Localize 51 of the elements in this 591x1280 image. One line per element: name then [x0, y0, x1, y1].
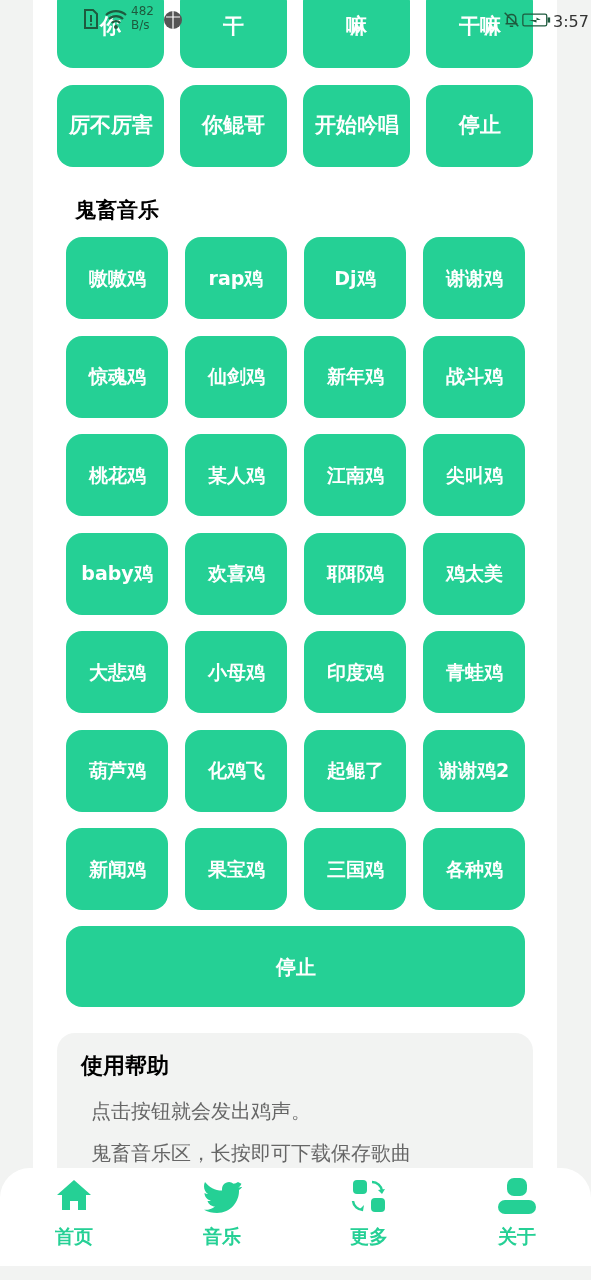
sound-button[interactable]: 谢谢鸡2: [423, 729, 525, 812]
nav-tab[interactable]: 首页: [0, 1168, 148, 1266]
sound-button[interactable]: rap鸡: [185, 237, 287, 319]
person-icon: [497, 1176, 538, 1216]
sound-button[interactable]: 耶耶鸡: [304, 532, 406, 615]
sound-button[interactable]: 新闻鸡: [66, 828, 168, 910]
sound-button[interactable]: 起鲲了: [304, 729, 406, 812]
sound-button[interactable]: 各种鸡: [423, 828, 525, 910]
sound-button[interactable]: 仙剑鸡: [185, 335, 287, 418]
sound-button[interactable]: 厉不厉害: [57, 85, 164, 167]
sound-button[interactable]: 战斗鸡: [423, 335, 525, 418]
sound-button[interactable]: 小母鸡: [185, 631, 287, 713]
bell-off-icon: [503, 11, 520, 28]
sound-button[interactable]: 嗷嗷鸡: [66, 237, 168, 319]
clock-time: 3:57: [553, 11, 589, 33]
sound-button[interactable]: 欢喜鸡: [185, 532, 287, 615]
sound-button[interactable]: 印度鸡: [304, 631, 406, 713]
section-title: 鬼畜音乐: [75, 197, 160, 224]
sound-button[interactable]: baby鸡: [66, 532, 168, 615]
nav-tab[interactable]: 更多: [295, 1168, 444, 1266]
sound-button[interactable]: Dj鸡: [304, 237, 406, 319]
sim-alert-icon: [83, 8, 99, 30]
sound-button[interactable]: 桃花鸡: [66, 434, 168, 516]
help-text: 鬼畜音乐区，长按即可下载保存歌曲: [91, 1140, 412, 1167]
sound-button[interactable]: 尖叫鸡: [423, 434, 525, 516]
battery-icon: [522, 12, 551, 28]
sound-button[interactable]: 你鲲哥: [180, 85, 287, 167]
stop-button[interactable]: 停止: [66, 926, 525, 1007]
sound-button[interactable]: 干嘛: [426, 0, 533, 68]
sound-button[interactable]: 葫芦鸡: [66, 729, 168, 812]
sound-button[interactable]: 大悲鸡: [66, 631, 168, 713]
help-title: 使用帮助: [81, 1052, 170, 1080]
sound-button[interactable]: 嘛: [303, 0, 410, 68]
help-text: 点击按钮就会发出鸡声。: [91, 1098, 312, 1125]
sound-button[interactable]: 鸡太美: [423, 532, 525, 615]
globe-icon: [163, 10, 183, 30]
sound-button[interactable]: 惊魂鸡: [66, 335, 168, 418]
sound-button[interactable]: 三国鸡: [304, 828, 406, 910]
sound-button[interactable]: 停止: [426, 85, 533, 167]
sound-button[interactable]: 江南鸡: [304, 434, 406, 516]
sound-button[interactable]: 化鸡飞: [185, 729, 287, 812]
sound-button[interactable]: 开始吟唱: [303, 85, 410, 167]
sound-button[interactable]: 果宝鸡: [185, 828, 287, 910]
network-speed: 482 B/s: [131, 4, 155, 32]
sound-button[interactable]: 干: [180, 0, 287, 68]
nav-tab[interactable]: 关于: [443, 1168, 591, 1266]
sound-button[interactable]: 青蛙鸡: [423, 631, 525, 713]
nav-tab[interactable]: 音乐: [147, 1168, 296, 1266]
sound-button[interactable]: 谢谢鸡: [423, 237, 525, 319]
sound-button[interactable]: 某人鸡: [185, 434, 287, 516]
sound-button[interactable]: 新年鸡: [304, 335, 406, 418]
